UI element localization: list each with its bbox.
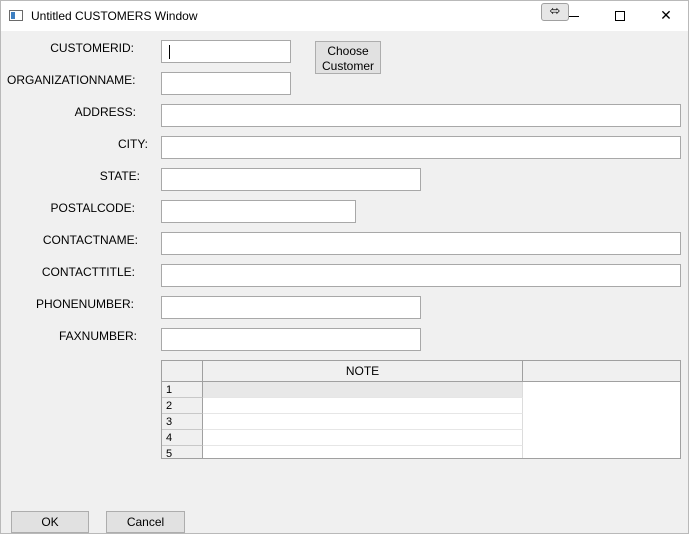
postalcode-label: POSTALCODE:: [50, 201, 135, 215]
title-bar[interactable]: Untitled CUSTOMERS Window ⬄ ✕: [1, 1, 688, 31]
customers-window: Untitled CUSTOMERS Window ⬄ ✕ CUSTOMERID…: [0, 0, 689, 534]
phonenumber-field[interactable]: [161, 296, 421, 319]
address-label: ADDRESS:: [74, 105, 136, 119]
window-title: Untitled CUSTOMERS Window: [31, 9, 198, 23]
note-cell[interactable]: [203, 398, 523, 414]
ok-button[interactable]: OK: [11, 511, 89, 533]
organizationname-field[interactable]: [161, 72, 291, 95]
note-cell[interactable]: [203, 414, 523, 430]
faxnumber-label: FAXNUMBER:: [58, 329, 137, 343]
address-field[interactable]: [161, 104, 681, 127]
note-cell[interactable]: [203, 446, 523, 458]
note-grid[interactable]: NOTE 1 2 3 4 5: [161, 360, 681, 459]
minimize-icon: [569, 16, 579, 17]
row-header[interactable]: 2: [162, 398, 203, 414]
faxnumber-field[interactable]: [161, 328, 421, 351]
grid-empty-header: [523, 361, 680, 382]
row-header[interactable]: 3: [162, 414, 203, 430]
city-label: CITY:: [117, 137, 148, 151]
minimize-button[interactable]: [551, 1, 597, 31]
phonenumber-label: PHONENUMBER:: [35, 297, 134, 311]
note-cell[interactable]: [203, 382, 523, 398]
app-window-icon: [9, 10, 23, 21]
row-header[interactable]: 5: [162, 446, 203, 458]
maximize-button[interactable]: [597, 1, 643, 31]
contactname-field[interactable]: [161, 232, 681, 255]
contactname-label: CONTACTNAME:: [42, 233, 138, 247]
row-header[interactable]: 4: [162, 430, 203, 446]
grid-corner-header[interactable]: [162, 361, 203, 382]
contacttitle-label: CONTACTTITLE:: [41, 265, 135, 279]
customerid-label: CUSTOMERID:: [50, 41, 134, 55]
organizationname-label: ORGANIZATIONNAME:: [7, 73, 136, 87]
close-button[interactable]: ✕: [643, 1, 689, 31]
city-field[interactable]: [161, 136, 681, 159]
customerid-field[interactable]: [161, 40, 291, 63]
choose-customer-button[interactable]: Choose Customer: [315, 41, 381, 74]
note-column-header[interactable]: NOTE: [203, 361, 523, 382]
postalcode-field[interactable]: [161, 200, 356, 223]
contacttitle-field[interactable]: [161, 264, 681, 287]
close-icon: ✕: [660, 8, 672, 24]
maximize-icon: [615, 11, 625, 21]
choose-customer-line2: Customer: [321, 59, 374, 73]
choose-customer-line1: Choose: [327, 44, 369, 58]
text-caret: [169, 45, 170, 59]
state-label: STATE:: [99, 169, 140, 183]
state-field[interactable]: [161, 168, 421, 191]
cancel-button[interactable]: Cancel: [106, 511, 185, 533]
note-cell[interactable]: [203, 430, 523, 446]
row-header[interactable]: 1: [162, 382, 203, 398]
